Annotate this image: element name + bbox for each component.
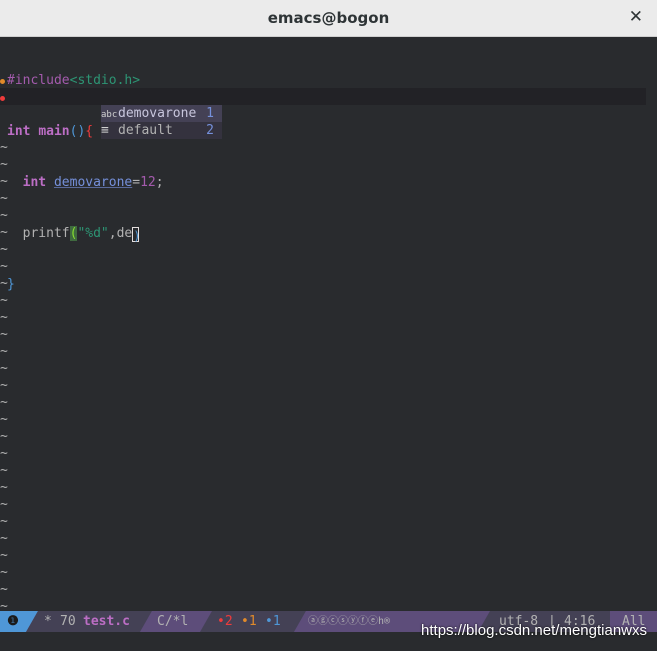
tilde-marker: ~ [0,463,8,478]
tilde-marker: ~ [0,293,8,308]
completion-label: default [118,123,173,138]
tilde-marker: ~ [0,276,8,291]
tilde-marker: ~ [0,514,8,529]
completion-label: demovarone [118,106,197,121]
tilde-marker: ~ [0,548,8,563]
tilde-marker: ~ [0,446,8,461]
title-bar: emacs@bogon ✕ [0,0,657,37]
variable-name: demovarone [53,175,133,190]
tilde-marker: ~ [0,531,8,546]
text-cursor: ) [132,227,141,243]
comma: , [108,226,117,241]
buffer-filename: test.c [83,614,130,629]
tilde-marker: ~ [0,480,8,495]
separator-icon [26,611,38,632]
code-line-4: printf("%d",de) [7,225,164,243]
tilde-marker: ~ [0,344,8,359]
major-mode[interactable]: C/*l [157,611,188,632]
warning-marker-icon [0,79,5,84]
semicolon: ; [155,175,164,190]
flycheck-status[interactable]: •2 •1 •1 [212,611,294,632]
completion-item[interactable]: abc demovarone 1 [101,105,222,122]
info-icon: ❶ [0,611,26,632]
editor-buffer[interactable]: #include<stdio.h> int main(){ int demova… [0,37,657,614]
preprocessor-directive: #include [7,73,70,88]
type-keyword: int [22,175,47,190]
separator-icon [200,611,212,632]
tilde-marker: ~ [0,242,8,257]
function-name: main [38,124,70,139]
window-title: emacs@bogon [267,9,390,27]
number-literal: 12 [140,175,156,190]
tilde-marker: ~ [0,174,8,189]
tilde-marker: ~ [0,310,8,325]
format-string: "%d" [77,226,109,241]
separator-icon [294,611,306,632]
assign-operator: = [132,175,141,190]
include-header: <stdio.h> [69,73,141,88]
close-icon[interactable]: ✕ [629,7,643,27]
buffer-size: 70 [60,614,76,629]
info-count: •1 [265,614,281,629]
separator-icon [140,611,152,632]
tilde-marker: ~ [0,361,8,376]
tilde-marker: ~ [0,208,8,223]
tilde-marker: ~ [0,412,8,427]
call-name: printf [22,226,70,241]
buffer-info[interactable]: * 70 test.c [38,611,140,632]
tilde-marker: ~ [0,497,8,512]
tilde-marker: ~ [0,565,8,580]
code-line-1: #include<stdio.h> [7,72,164,89]
typed-prefix: de [116,226,133,241]
code-area[interactable]: #include<stdio.h> int main(){ int demova… [7,38,164,327]
error-marker-icon [0,96,5,101]
tilde-marker: ~ [0,327,8,342]
completion-index: 2 [206,123,214,138]
close-brace: } [7,277,15,292]
completion-item[interactable]: ≡ default 2 [101,122,222,139]
tilde-marker: ~ [0,259,8,274]
tilde-marker: ~ [0,378,8,393]
open-brace: { [85,124,94,139]
tilde-marker: ~ [0,395,8,410]
completion-popup[interactable]: abc demovarone 1 ≡ default 2 [101,105,222,139]
tilde-marker: ~ [0,157,8,172]
tilde-marker: ~ [0,582,8,597]
parens: () [69,124,86,139]
close-paren: ) [133,229,141,243]
modified-flag: * [44,614,52,629]
tilde-marker: ~ [0,225,8,240]
emacs-window: emacs@bogon ✕ #include<stdio.h> int main… [0,0,657,651]
error-count: •2 [217,614,233,629]
tilde-marker: ~ [0,191,8,206]
code-line-3: int demovarone=12; [7,174,164,191]
minor-modes[interactable]: ⓐⓖⓒⓢⓨⓕⓔh® [308,611,390,632]
type-keyword: int [7,124,31,139]
watermark: https://blog.csdn.net/mengtianwxs [421,622,647,639]
tilde-marker: ~ [0,140,8,155]
keyword-icon: ≡ [101,123,109,138]
code-line-5: } [7,276,164,293]
tilde-marker: ~ [0,429,8,444]
completion-index: 1 [206,106,214,121]
warning-count: •1 [241,614,257,629]
